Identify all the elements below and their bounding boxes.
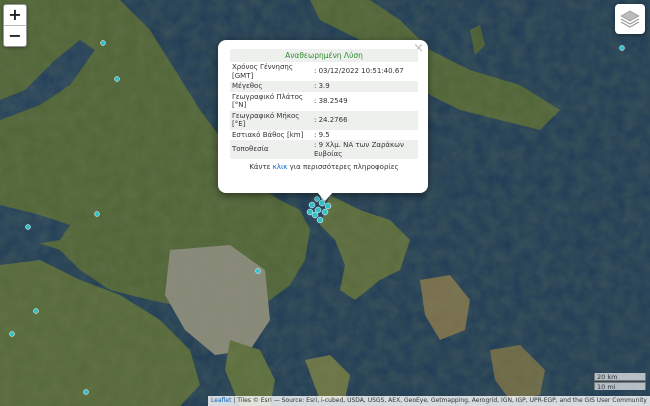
attribution: Leaflet | Tiles © Esri — Source: Esri, i… <box>208 396 650 406</box>
layers-stack-icon <box>620 10 640 28</box>
table-row: Μέγεθος: 3.9 <box>230 81 418 92</box>
table-row: Εστιακό Βάθος [km]: 9.5 <box>232 130 330 139</box>
table-row: Γεωγραφικό Πλάτος [°N]: 38.2549 <box>232 92 348 110</box>
table-row: Χρόνος Γέννησης [GMT]: 03/12/2022 10:51:… <box>232 63 404 80</box>
map-view[interactable]: + − × Αναθεωρημένη Λύση Χρόνος Γέννησης … <box>0 0 650 406</box>
popup-footer: Κάντε κλικ για περισσότερες πληροφορίες <box>249 163 399 171</box>
table-row: Γεωγραφικό Μήκος [°E]: 24.2766 <box>230 110 418 130</box>
popup-tip <box>316 191 334 201</box>
leaflet-link[interactable]: Leaflet <box>211 397 231 404</box>
earthquake-popup: × Αναθεωρημένη Λύση Χρόνος Γέννησης [GMT… <box>218 40 428 193</box>
more-info-link[interactable]: κλικ <box>273 163 288 171</box>
scale-imperial: 10 mi <box>594 382 646 391</box>
table-row: Τοποθεσία: 9 Χλμ. ΝΑ των Ζαράκων Ευβοίας <box>230 140 418 159</box>
zoom-out-button[interactable]: − <box>4 25 26 46</box>
popup-title: Αναθεωρημένη Λύση <box>230 49 418 62</box>
zoom-in-button[interactable]: + <box>4 5 26 25</box>
layers-button[interactable] <box>615 4 645 34</box>
scale-metric: 20 km <box>594 373 646 381</box>
event-details-table: Χρόνος Γέννησης [GMT]: 03/12/2022 10:51:… <box>230 62 418 159</box>
zoom-control: + − <box>3 4 27 47</box>
